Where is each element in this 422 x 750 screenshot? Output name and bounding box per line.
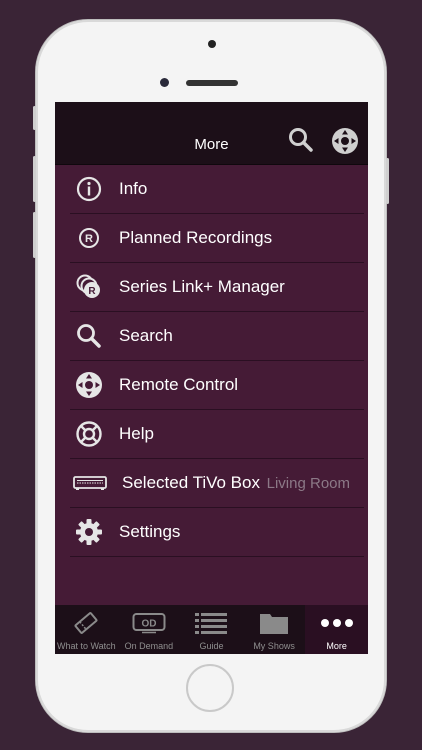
tivo-box-icon [72,466,108,500]
page-title: More [194,136,229,153]
info-icon [72,172,106,206]
power-button [386,158,389,204]
menu-item-series-link-manager[interactable]: R Series Link+ Manager [70,263,364,312]
volume-down-button [33,212,36,258]
menu-item-label: Help [119,424,154,443]
tab-my-shows[interactable]: My Shows [243,605,306,654]
folder-icon [259,609,289,637]
record-icon: R [72,221,106,255]
search-icon[interactable] [288,127,314,153]
tab-on-demand[interactable]: OD On Demand [118,605,181,654]
app-screen: More Info R Planned Recordings R Series … [55,102,368,654]
menu-item-label: Planned Recordings [119,228,273,247]
more-menu-list: Info R Planned Recordings R Series Link+… [55,165,368,557]
tab-bar: What to Watch OD On Demand Guide My Show… [55,605,368,654]
tab-label: What to Watch [56,641,116,651]
tab-more[interactable]: More [305,605,368,654]
volume-up-button [33,156,36,202]
tab-guide[interactable]: Guide [180,605,243,654]
remote-control-icon[interactable] [331,127,359,155]
mute-switch [33,106,36,130]
gear-icon [72,515,106,549]
tab-label: On Demand [124,641,174,651]
svg-text:OD: OD [141,619,156,630]
menu-item-label: Series Link+ Manager [119,277,285,296]
menu-item-planned-recordings[interactable]: R Planned Recordings [70,214,364,263]
tab-label: More [326,641,347,651]
help-lifebuoy-icon [72,417,106,451]
camera-dot [208,40,216,48]
tab-label: Guide [199,641,224,651]
on-demand-icon: OD [132,609,166,637]
menu-item-settings[interactable]: Settings [70,508,364,557]
menu-item-help[interactable]: Help [70,410,364,459]
more-dots-icon [320,609,354,637]
menu-item-search[interactable]: Search [70,312,364,361]
menu-item-selected-tivo-box[interactable]: Selected TiVo Box Living Room [70,459,364,508]
menu-item-label: Selected TiVo Box [122,473,260,492]
remote-control-icon [72,368,106,402]
home-button[interactable] [186,664,234,712]
menu-item-info[interactable]: Info [70,165,364,214]
selected-box-value: Living Room [266,474,350,492]
tab-label: My Shows [253,641,295,651]
guide-list-icon [194,609,228,637]
menu-item-remote-control[interactable]: Remote Control [70,361,364,410]
navigation-bar: More [55,102,368,165]
ticket-icon [72,609,100,637]
menu-item-label: Info [119,179,148,198]
tab-what-to-watch[interactable]: What to Watch [55,605,118,654]
front-camera [160,78,169,87]
search-icon [72,319,106,353]
menu-item-label: Remote Control [119,375,239,394]
menu-item-label: Settings [119,522,181,541]
series-link-icon: R [72,270,106,304]
menu-item-label: Search [119,326,173,345]
svg-text:R: R [85,233,93,245]
earpiece-speaker [186,80,238,86]
svg-text:R: R [88,286,96,297]
